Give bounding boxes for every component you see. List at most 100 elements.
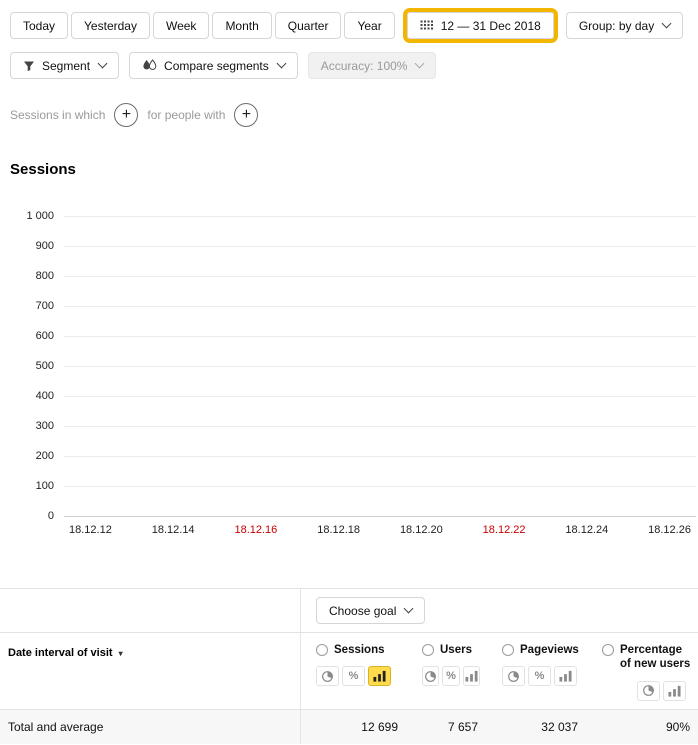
chart-bars [64, 216, 696, 516]
chart-plot-area: 01002003004005006007008009001 000 [64, 216, 696, 516]
metric-column-3: Pageviews% [486, 633, 586, 709]
x-axis-label: 18.12.22 [483, 524, 526, 536]
period-tab-today[interactable]: Today [10, 12, 68, 39]
pie-view-toggle[interactable] [422, 666, 439, 686]
pie-view-toggle[interactable] [316, 666, 339, 686]
date-range-picker-button[interactable]: 12 — 31 Dec 2018 [407, 12, 554, 39]
metric-radio[interactable] [502, 644, 514, 656]
chevron-down-icon [276, 59, 286, 69]
dimension-header-label: Date interval of visit [8, 647, 113, 659]
pie-view-toggle[interactable] [637, 681, 660, 701]
choose-goal-label: Choose goal [329, 604, 396, 618]
x-axis-label [369, 524, 391, 536]
period-toolbar: Today Yesterday Week Month Quarter Year … [0, 0, 698, 43]
filter-funnel-icon [23, 60, 35, 72]
totals-row: Total and average 12 6997 65732 03790% [0, 709, 698, 744]
calendar-grid-icon [420, 20, 434, 31]
x-axis-label: 18.12.12 [69, 524, 112, 536]
total-value: 7 657 [406, 710, 486, 744]
metric-head: Pageviews [502, 643, 580, 657]
y-axis-label: 0 [0, 510, 54, 522]
accuracy-dropdown[interactable]: Accuracy: 100% [308, 52, 437, 79]
chart-title: Sessions [10, 161, 698, 178]
y-axis-label: 700 [0, 300, 54, 312]
accuracy-label: Accuracy: 100% [321, 59, 408, 73]
y-axis-label: 400 [0, 390, 54, 402]
metric-toggles [602, 681, 692, 701]
period-tab-month[interactable]: Month [212, 12, 271, 39]
metric-label: Sessions [334, 643, 385, 657]
x-axis-label: 18.12.24 [565, 524, 608, 536]
compare-segments-label: Compare segments [164, 59, 269, 73]
y-axis-label: 500 [0, 360, 54, 372]
add-people-condition-button[interactable]: + [234, 103, 258, 127]
segment-dropdown[interactable]: Segment [10, 52, 119, 79]
group-by-dropdown[interactable]: Group: by day [566, 12, 683, 39]
totals-label: Total and average [0, 710, 300, 744]
metric-radio[interactable] [316, 644, 328, 656]
bars-view-toggle[interactable] [554, 666, 577, 686]
chevron-down-icon [415, 59, 425, 69]
x-axis-labels: 18.12.12 18.12.14 18.12.16 18.12.18 18.12.20… [64, 524, 696, 536]
total-value: 12 699 [300, 710, 406, 744]
x-axis-label: 18.12.18 [317, 524, 360, 536]
metric-column-2: Users% [406, 633, 486, 709]
table-header-row: Date interval of visit ▾ Sessions%Users%… [0, 633, 698, 709]
x-axis-label [204, 524, 226, 536]
choose-goal-dropdown[interactable]: Choose goal [316, 597, 425, 624]
metric-head: Percentage of new users [602, 643, 692, 672]
x-axis-label [286, 524, 308, 536]
for-people-with-label: for people with [147, 108, 225, 122]
segment-label: Segment [42, 59, 90, 73]
period-tab-yesterday[interactable]: Yesterday [71, 12, 150, 39]
x-axis-label: 18.12.26 [648, 524, 691, 536]
x-axis-label: 18.12.20 [400, 524, 443, 536]
period-tab-year[interactable]: Year [344, 12, 394, 39]
pie-view-toggle[interactable] [502, 666, 525, 686]
segment-builder-row: Sessions in which + for people with + [0, 79, 698, 127]
chevron-down-icon [662, 19, 672, 29]
table-column-divider [300, 589, 301, 744]
chevron-down-icon [98, 59, 108, 69]
y-axis-label: 1 000 [0, 210, 54, 222]
group-by-label: Group: by day [579, 19, 654, 33]
compare-segments-dropdown[interactable]: Compare segments [129, 52, 298, 79]
metric-label: Percentage of new users [620, 643, 692, 672]
x-axis-label [452, 524, 474, 536]
total-value: 90% [586, 710, 698, 744]
report-table: Choose goal Date interval of visit ▾ Ses… [0, 588, 698, 744]
sort-caret-icon: ▾ [119, 649, 123, 658]
x-axis-label [121, 524, 143, 536]
metric-radio[interactable] [602, 644, 614, 656]
metric-toggles: % [502, 666, 580, 686]
period-tab-week[interactable]: Week [153, 12, 209, 39]
x-axis-label: 18.12.16 [234, 524, 277, 536]
bars-view-toggle[interactable] [663, 681, 686, 701]
percent-view-toggle[interactable]: % [342, 666, 365, 686]
dimension-header[interactable]: Date interval of visit ▾ [0, 633, 300, 709]
metric-head: Users [422, 643, 480, 657]
bars-view-toggle[interactable] [463, 666, 480, 686]
goal-row: Choose goal [0, 589, 698, 633]
x-axis-label [535, 524, 557, 536]
y-axis-label: 300 [0, 420, 54, 432]
bars-view-toggle[interactable] [368, 666, 391, 686]
sessions-chart: 01002003004005006007008009001 000 [0, 216, 696, 516]
chevron-down-icon [404, 604, 414, 614]
metric-column-4: Percentage of new users [586, 633, 698, 709]
compare-droplets-icon [142, 59, 157, 72]
y-axis-label: 600 [0, 330, 54, 342]
date-range-highlight: 12 — 31 Dec 2018 [403, 8, 558, 43]
x-axis-label [617, 524, 639, 536]
period-tab-quarter[interactable]: Quarter [275, 12, 342, 39]
metric-toggles: % [422, 666, 480, 686]
x-axis-label: 18.12.14 [152, 524, 195, 536]
add-session-condition-button[interactable]: + [114, 103, 138, 127]
percent-view-toggle[interactable]: % [528, 666, 551, 686]
percent-view-toggle[interactable]: % [442, 666, 459, 686]
metric-toggles: % [316, 666, 400, 686]
y-axis-label: 200 [0, 450, 54, 462]
metric-radio[interactable] [422, 644, 434, 656]
y-axis-label: 800 [0, 270, 54, 282]
metric-column-1: Sessions% [300, 633, 406, 709]
